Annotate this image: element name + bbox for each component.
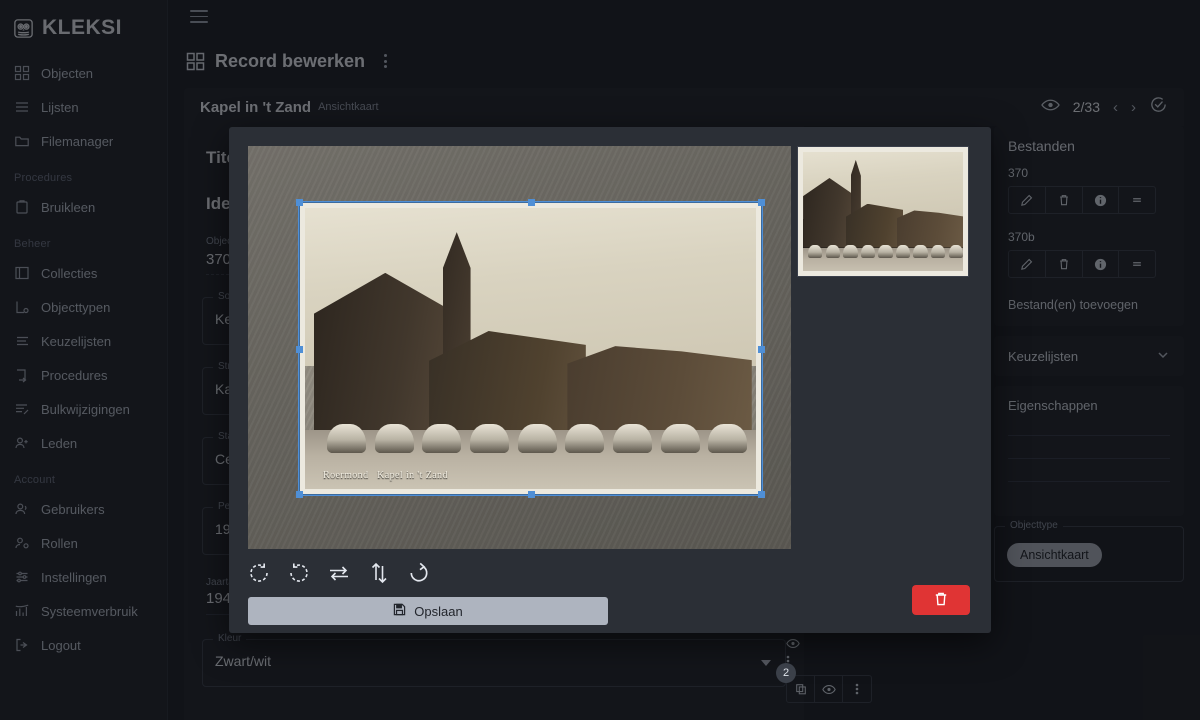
crop-handle-nw[interactable] <box>296 199 303 206</box>
crop-handle-n[interactable] <box>528 199 535 206</box>
crop-handle-se[interactable] <box>758 491 765 498</box>
flip-vertical-icon[interactable] <box>368 562 390 584</box>
crop-handle-w[interactable] <box>296 346 303 353</box>
save-icon <box>393 603 406 619</box>
crop-handle-sw[interactable] <box>296 491 303 498</box>
flip-horizontal-icon[interactable] <box>328 562 350 584</box>
trash-icon <box>933 591 949 610</box>
delete-image-button[interactable] <box>912 585 970 615</box>
save-button[interactable]: Opslaan <box>248 597 608 625</box>
image-preview-thumbnail <box>797 146 969 277</box>
crop-handle-e[interactable] <box>758 346 765 353</box>
app-root: KLEKSI Objecten Lijsten <box>0 0 1200 720</box>
save-button-label: Opslaan <box>414 604 462 619</box>
postcard-photo: Roermond Kapel in 't Zand <box>300 203 761 494</box>
crop-handle-s[interactable] <box>528 491 535 498</box>
postcard-photo-preview <box>798 147 968 276</box>
file-count-badge: 2 <box>776 663 796 683</box>
crop-stage[interactable]: Roermond Kapel in 't Zand <box>248 146 791 549</box>
rotate-left-icon[interactable] <box>248 562 270 584</box>
rotate-right-icon[interactable] <box>288 562 310 584</box>
crop-selection[interactable]: Roermond Kapel in 't Zand <box>298 201 763 496</box>
image-crop-modal: Roermond Kapel in 't Zand <box>229 127 991 633</box>
photo-border <box>798 147 968 276</box>
crop-toolbar <box>248 562 430 584</box>
reset-icon[interactable] <box>408 562 430 584</box>
photo-border <box>300 203 761 494</box>
crop-handle-ne[interactable] <box>758 199 765 206</box>
